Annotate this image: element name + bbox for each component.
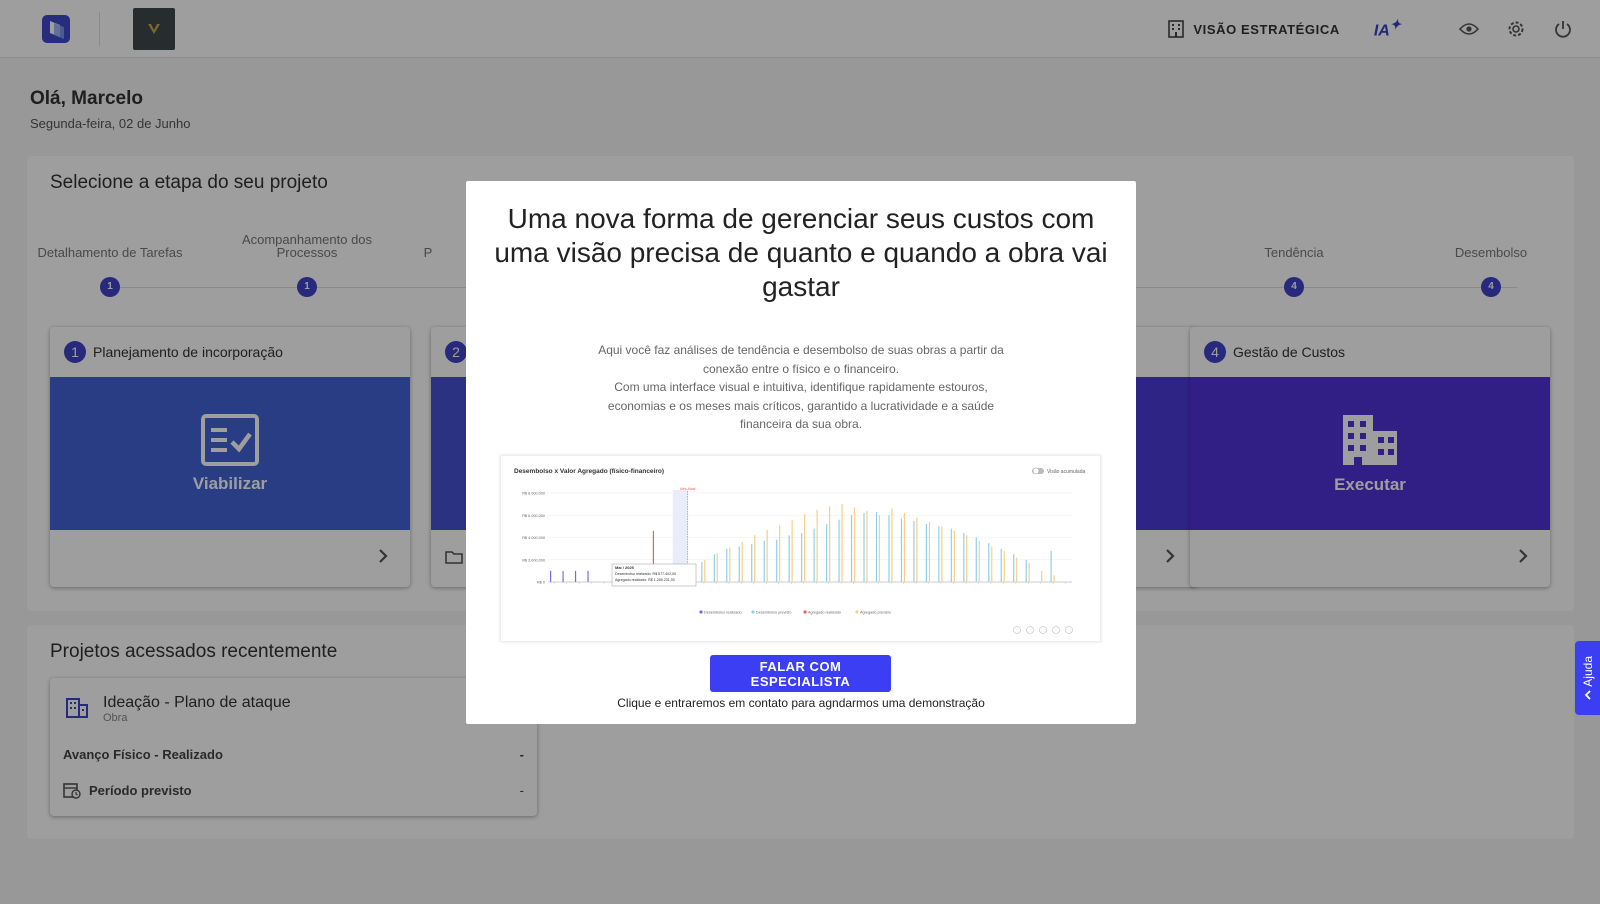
bar [838,519,840,582]
cta-note: Clique e entraremos em contato para agnd… [617,696,985,710]
bar [866,510,868,582]
bar [903,513,906,582]
bar [925,524,927,582]
bar [813,528,815,582]
bar [726,548,728,582]
tooltip-line: Desembolso realizado: R$ 577.402,00 [615,572,676,576]
bar [776,539,778,582]
bar [850,515,853,582]
bar [550,570,552,582]
modal-text-1: Aqui você faz análises de tendência e de… [598,343,1004,376]
bar [751,544,753,582]
bar [1050,550,1052,582]
y-tick-label: R$ 8.000.000 [522,492,545,496]
bar [1003,550,1005,582]
bar [916,517,918,582]
bar [978,540,980,582]
legend-swatch [699,610,703,614]
bar [828,506,831,582]
bar [1028,563,1030,582]
modal-text-2: Com uma interface visual e intuitiva, id… [607,380,995,431]
tooltip-title: Mai / 2025 [615,565,635,570]
bar [804,514,806,582]
bar [704,559,706,582]
bar [950,528,952,582]
legend-label[interactable]: Desembolso previsto [756,611,791,615]
bar [574,570,577,582]
bar [562,570,564,582]
bar [941,526,943,582]
bar [878,515,881,582]
chart-tooltip: Mai / 2025 Desembolso realizado: R$ 577.… [611,563,697,587]
y-tick-label: R$ 2.000.000 [522,558,545,562]
bar [587,570,589,582]
bar [1016,557,1018,582]
bar [888,515,890,582]
promo-modal: Uma nova forma de gerenciar seus custos … [466,181,1136,724]
bar [788,535,790,582]
toggle-label: Visão acumulada [1047,469,1085,475]
toggle-knob [1032,467,1040,475]
bar [825,524,828,582]
legend-label[interactable]: Desembolso realizado [704,611,742,615]
chart-title: Desembolso x Valor Agregado (físico-fina… [514,468,664,475]
bar [701,561,703,582]
bar [738,546,740,582]
bar [953,530,955,582]
bar [1053,575,1055,582]
bar [853,507,856,582]
help-label: Ajuda [1580,655,1595,687]
legend-label[interactable]: Agregado realizado [808,611,841,615]
bar [713,554,715,582]
bar [754,535,756,582]
legend-swatch [751,610,755,614]
bar [891,508,893,582]
bar [963,533,965,582]
bar [1013,554,1015,582]
bar [741,541,743,582]
bar [766,529,768,582]
bar [763,540,765,582]
bar [900,518,903,582]
bar [841,504,843,582]
tooltip-line: Agregado realizado: R$ 1.289.231,00 [615,578,675,582]
bar [1000,548,1002,582]
y-tick-label: R$ 0 [537,581,545,585]
legend-label[interactable]: Agregado previsto [860,611,891,615]
bar [988,543,990,582]
talk-to-specialist-button[interactable]: FALAR COM ESPECIALISTA [710,655,891,692]
chevron-left-icon [1584,690,1591,700]
legend-swatch [803,610,807,614]
chart-svg: Desembolso x Valor Agregado (físico-fina… [514,467,1085,634]
bar [791,519,793,582]
bar [716,553,718,582]
current-month-label: Mês Atual [680,487,696,491]
modal-description: Aqui você faz análises de tendência e de… [596,341,1006,434]
chart-controls[interactable] [1013,626,1073,634]
bar [729,547,731,582]
bar [779,525,781,582]
y-tick-label: R$ 4.000.000 [522,536,545,540]
chart-preview: Desembolso x Valor Agregado (físico-fina… [500,455,1101,642]
help-tab[interactable]: Ajuda [1575,641,1600,715]
bar [801,533,803,582]
legend-swatch [855,610,859,614]
bar [975,537,977,582]
bar [913,520,915,582]
bar [1041,570,1043,582]
bar [938,526,940,582]
bar [816,509,818,582]
bar [1025,559,1027,582]
bar [966,535,968,582]
modal-title: Uma nova forma de gerenciar seus custos … [494,203,1108,302]
bar [928,521,930,582]
y-tick-label: R$ 6.000.000 [522,514,545,518]
bar [863,513,865,582]
bar [991,546,993,582]
bar [875,511,878,582]
